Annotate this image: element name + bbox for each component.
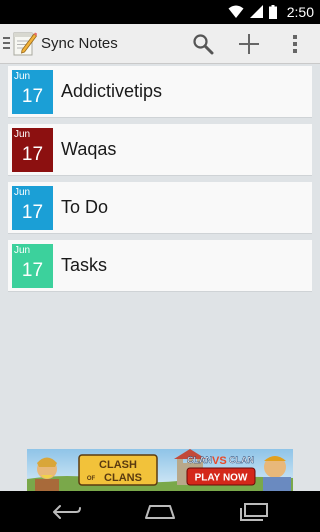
search-icon bbox=[193, 34, 214, 55]
date-tile: Jun 17 bbox=[12, 70, 53, 114]
date-tile: Jun 17 bbox=[12, 244, 53, 288]
svg-text:OF: OF bbox=[87, 476, 96, 482]
note-title: Tasks bbox=[61, 255, 108, 275]
drawer-indicator-icon[interactable] bbox=[3, 37, 10, 50]
ad-banner[interactable]: CLASH OF CLANS CLAN VS CLAN PLAY NOW bbox=[27, 449, 293, 491]
date-tile: Jun 17 bbox=[12, 128, 53, 172]
note-title: Addictivetips bbox=[61, 81, 163, 101]
add-icon bbox=[239, 34, 259, 54]
svg-text:PLAY NOW: PLAY NOW bbox=[195, 473, 248, 484]
ad-banner-graphic: CLASH OF CLANS CLAN VS CLAN PLAY NOW bbox=[27, 449, 293, 491]
navigation-bar bbox=[0, 491, 320, 532]
note-item[interactable]: Jun 17 Addictivetips bbox=[8, 66, 312, 118]
svg-text:CLASH: CLASH bbox=[99, 459, 137, 471]
note-item[interactable]: Jun 17 Waqas bbox=[8, 124, 312, 176]
home-icon bbox=[145, 504, 175, 519]
date-day: 17 bbox=[21, 86, 44, 107]
back-button[interactable] bbox=[39, 491, 95, 532]
app-title: Sync Notes bbox=[41, 35, 118, 52]
back-arrow-icon bbox=[53, 504, 81, 519]
note-title: To Do bbox=[61, 197, 109, 217]
date-month: Jun bbox=[14, 129, 31, 140]
date-day: 17 bbox=[21, 202, 44, 223]
notes-list: Jun 17 Addictivetips Jun 17 Waqas Jun 17… bbox=[8, 66, 312, 298]
barbarian-character bbox=[35, 457, 59, 491]
date-day: 17 bbox=[21, 144, 44, 165]
battery-icon bbox=[268, 5, 277, 19]
date-day: 17 bbox=[21, 260, 44, 281]
play-now-button[interactable]: PLAY NOW bbox=[186, 467, 256, 486]
note-title: Waqas bbox=[61, 139, 117, 159]
date-month: Jun bbox=[14, 71, 31, 82]
date-month: Jun bbox=[14, 187, 31, 198]
status-bar: 2:50 bbox=[0, 0, 320, 24]
recents-icon bbox=[240, 502, 268, 521]
action-bar: Sync Notes bbox=[0, 24, 320, 64]
date-month: Jun bbox=[14, 245, 31, 256]
clash-of-clans-logo: CLASH OF CLANS bbox=[78, 454, 158, 486]
note-item[interactable]: Jun 17 Tasks bbox=[8, 240, 312, 292]
search-button[interactable] bbox=[183, 24, 223, 64]
svg-text:CLAN: CLAN bbox=[229, 455, 254, 465]
date-tile: Jun 17 bbox=[12, 186, 53, 230]
note-item[interactable]: Jun 17 To Do bbox=[8, 182, 312, 234]
wifi-icon bbox=[228, 5, 244, 18]
recents-button[interactable] bbox=[226, 491, 282, 532]
overflow-menu-icon bbox=[293, 35, 297, 53]
home-button[interactable] bbox=[132, 491, 188, 532]
status-icons: 2:50 bbox=[228, 0, 314, 24]
svg-text:CLANS: CLANS bbox=[104, 472, 142, 484]
overflow-menu-button[interactable] bbox=[275, 24, 315, 64]
svg-text:VS: VS bbox=[212, 455, 227, 467]
add-note-button[interactable] bbox=[229, 24, 269, 64]
status-time: 2:50 bbox=[286, 4, 314, 20]
app-notepad-icon[interactable] bbox=[13, 30, 37, 56]
svg-text:CLAN: CLAN bbox=[187, 455, 212, 465]
signal-icon bbox=[249, 5, 263, 18]
